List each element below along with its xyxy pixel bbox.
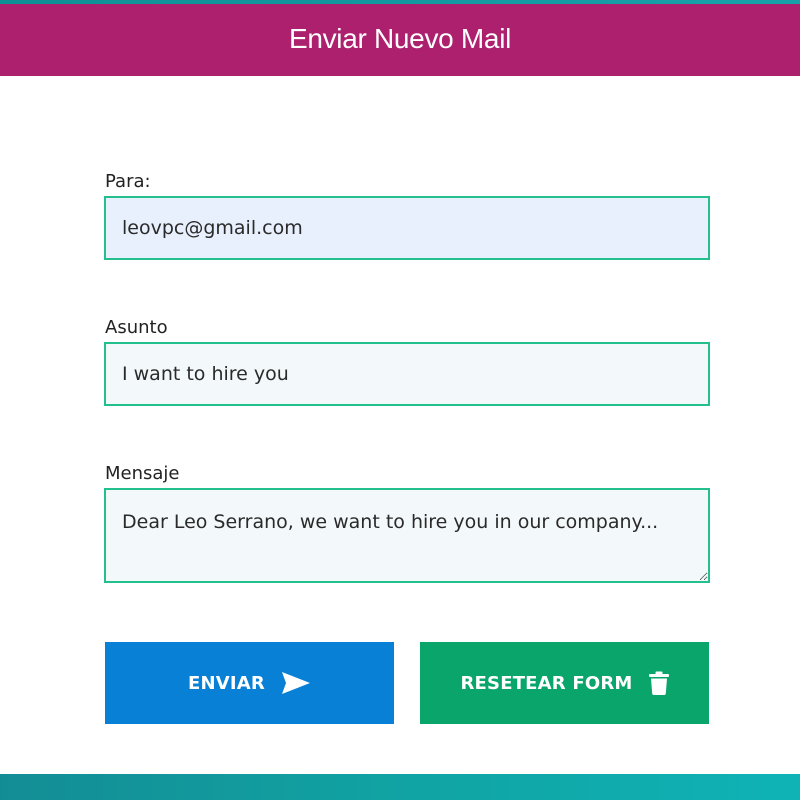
send-button[interactable]: ENVIAR — [105, 642, 394, 724]
trash-icon — [648, 671, 669, 695]
header-bar: Enviar Nuevo Mail — [0, 4, 800, 76]
mensaje-textarea[interactable]: Dear Leo Serrano, we want to hire you in… — [104, 488, 710, 583]
footer-bar — [0, 774, 800, 800]
page-title: Enviar Nuevo Mail — [288, 23, 512, 54]
page: Enviar Nuevo Mail Para: Asunto Mensaje D… — [0, 0, 800, 800]
para-input[interactable] — [104, 196, 710, 260]
asunto-input[interactable] — [104, 342, 710, 406]
reset-button-label: RESETEAR FORM — [460, 672, 633, 694]
asunto-label: Asunto — [105, 317, 168, 338]
para-label: Para: — [105, 171, 151, 192]
send-icon — [281, 671, 311, 695]
send-button-label: ENVIAR — [188, 672, 265, 694]
mensaje-label: Mensaje — [105, 463, 180, 484]
reset-form-button[interactable]: RESETEAR FORM — [420, 642, 709, 724]
